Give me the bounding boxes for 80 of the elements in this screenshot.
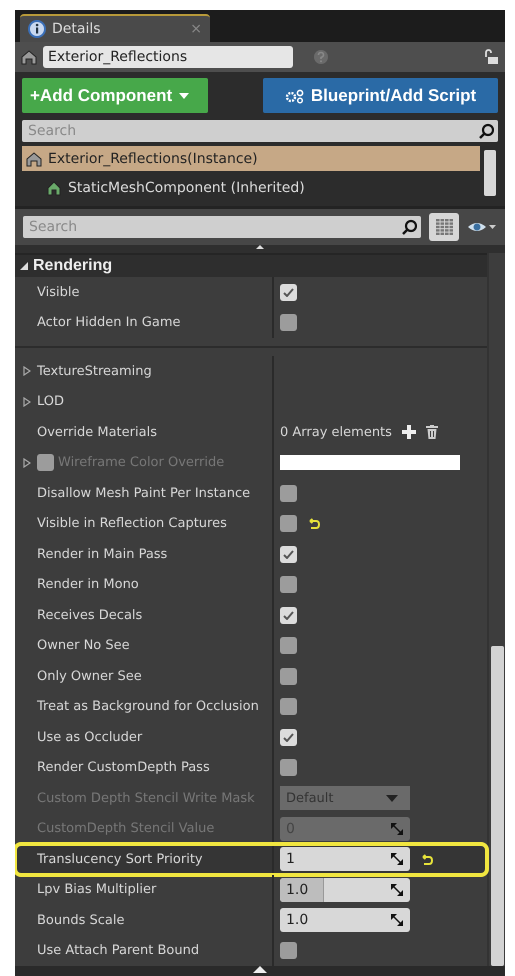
drag-arrow-icon	[390, 882, 404, 897]
search-icon	[401, 219, 417, 235]
house-icon	[46, 180, 62, 196]
collapse-arrow-icon[interactable]	[19, 261, 29, 271]
eye-icon	[467, 220, 497, 234]
checkmark-icon	[283, 732, 294, 742]
search-field[interactable]: Search	[23, 216, 421, 238]
drag-arrow-icon	[390, 822, 404, 836]
blueprint-button[interactable]: Blueprint/Add Script	[263, 78, 498, 113]
gears-icon	[284, 88, 305, 104]
property-label: Override Materials	[37, 424, 157, 440]
details-tab[interactable]: Details ×	[20, 14, 210, 42]
property-label: Visible	[37, 284, 80, 300]
checkmark-icon	[283, 288, 294, 297]
number-field[interactable]: 1	[280, 847, 410, 872]
array-count: 0 Array elements	[280, 424, 392, 440]
info-icon	[28, 20, 46, 38]
property-label: Render in Mono	[37, 577, 139, 592]
caret-icon	[386, 794, 398, 802]
property-label: Render in Main Pass	[37, 546, 168, 562]
property-label: Treat as Background for Occlusion	[37, 699, 259, 714]
house-icon	[21, 49, 37, 65]
checkmark-icon	[283, 610, 294, 620]
property-label: Receives Decals	[37, 608, 142, 623]
component-item[interactable]: Exterior_Reflections(Instance)	[22, 146, 480, 171]
property-label: TextureStreaming	[37, 364, 152, 379]
checkbox[interactable]	[280, 637, 297, 654]
property-label: Actor Hidden In Game	[37, 315, 181, 330]
drag-arrow-icon	[390, 913, 404, 928]
checkbox[interactable]	[280, 576, 297, 594]
number-field[interactable]: 1.0	[280, 878, 410, 902]
checkbox[interactable]	[280, 668, 297, 685]
property-label: Wireframe Color Override	[58, 455, 224, 470]
property-label: Use Attach Parent Bound	[37, 943, 200, 958]
lock-icon[interactable]	[483, 49, 499, 65]
view-options-button[interactable]	[467, 220, 497, 234]
expand-arrow-icon[interactable]	[23, 396, 31, 407]
search-field[interactable]: Search	[22, 120, 498, 142]
expand-arrow-icon[interactable]	[23, 366, 31, 376]
checkbox[interactable]	[280, 606, 297, 624]
property-label: Only Owner See	[37, 668, 142, 684]
component-item[interactable]: StaticMeshComponent (Inherited)	[22, 175, 480, 200]
reset-icon[interactable]	[420, 854, 434, 865]
reset-icon[interactable]	[307, 518, 321, 530]
number-field[interactable]: 1.0	[280, 908, 410, 932]
property-label: Render CustomDepth Pass	[37, 760, 210, 776]
property-label: LOD	[37, 394, 64, 410]
property-label: Lpv Bias Multiplier	[37, 882, 156, 898]
property-label: Owner No See	[37, 638, 130, 654]
category-header[interactable]: Rendering	[15, 253, 487, 277]
plus-icon[interactable]	[402, 425, 416, 440]
checkbox[interactable]	[280, 698, 297, 716]
checkbox[interactable]	[280, 314, 297, 332]
drag-arrow-icon	[390, 852, 404, 866]
checkbox[interactable]	[280, 515, 297, 532]
checkbox[interactable]	[280, 546, 297, 563]
house-icon	[26, 150, 42, 166]
search-icon	[478, 123, 494, 139]
property-label: CustomDepth Stencil Value	[37, 821, 214, 836]
checkbox[interactable]	[280, 728, 297, 746]
property-label: Use as Occluder	[37, 730, 142, 745]
property-label: Custom Depth Stencil Write Mask	[37, 790, 255, 806]
checkbox[interactable]	[280, 942, 297, 960]
caret-icon	[178, 92, 190, 100]
property-label: Translucency Sort Priority	[37, 852, 203, 867]
checkbox[interactable]	[280, 484, 297, 502]
scrollbar-thumb[interactable]	[491, 646, 504, 966]
checkbox[interactable]	[280, 284, 297, 301]
search-field[interactable]: Search	[26, 122, 478, 140]
actor-name-field[interactable]: Exterior_Reflections	[43, 46, 293, 68]
grid-view-button[interactable]	[429, 213, 459, 241]
grid-icon	[436, 219, 452, 235]
property-label: Bounds Scale	[37, 912, 124, 928]
tab-title: Details	[52, 21, 102, 37]
checkmark-icon	[283, 550, 294, 559]
property-label: Visible in Reflection Captures	[37, 516, 227, 532]
scrollbar[interactable]	[484, 150, 496, 196]
property-label: Disallow Mesh Paint Per Instance	[37, 486, 250, 501]
checkbox[interactable]	[280, 759, 297, 776]
trash-icon[interactable]	[426, 425, 438, 440]
